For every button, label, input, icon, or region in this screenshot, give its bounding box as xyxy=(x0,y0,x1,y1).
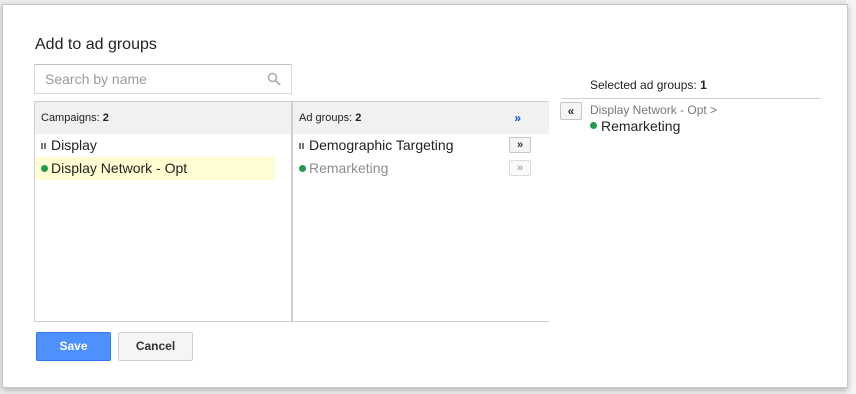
campaign-item-display[interactable]: Display xyxy=(35,134,291,157)
green-dot-icon xyxy=(299,157,307,180)
green-dot-icon xyxy=(41,157,49,180)
selected-item-remarketing: Remarketing xyxy=(590,118,680,134)
campaign-item-display-network-opt[interactable]: Display Network - Opt xyxy=(35,157,275,180)
campaign-name: Display xyxy=(51,137,97,153)
campaigns-pane: Campaigns: 2 Display Display Network - O… xyxy=(35,102,292,321)
ad-group-name: Remarketing xyxy=(309,160,389,176)
ad-groups-count: 2 xyxy=(355,112,362,124)
pause-icon xyxy=(299,134,307,157)
picker-panes: Campaigns: 2 Display Display Network - O… xyxy=(34,101,549,322)
ad-groups-label: Ad groups: xyxy=(299,112,353,124)
add-to-ad-groups-dialog: Add to ad groups Campaigns: 2 Display Di… xyxy=(2,4,848,388)
campaign-name: Display Network - Opt xyxy=(51,160,188,176)
ad-groups-header: Ad groups: 2 » xyxy=(293,102,549,134)
selected-count: 1 xyxy=(700,78,707,92)
selected-item-name: Remarketing xyxy=(601,118,681,134)
ad-group-name: Demographic Targeting xyxy=(309,137,454,153)
search-icon[interactable] xyxy=(267,72,281,86)
search-input[interactable] xyxy=(35,65,265,93)
remove-selected-button[interactable]: « xyxy=(560,102,582,120)
add-ad-group-button-disabled: » xyxy=(509,160,531,176)
save-button[interactable]: Save xyxy=(36,332,111,361)
search-box xyxy=(34,64,292,94)
selected-label: Selected ad groups: xyxy=(590,78,697,92)
green-dot-icon xyxy=(590,114,598,137)
cancel-button[interactable]: Cancel xyxy=(118,332,193,361)
add-all-button[interactable]: » xyxy=(514,102,521,134)
selected-header: Selected ad groups: 1 xyxy=(562,75,821,99)
add-ad-group-button[interactable]: » xyxy=(509,137,531,153)
ad-groups-pane: Ad groups: 2 » Demographic Targeting » R… xyxy=(292,102,549,321)
campaigns-count: 2 xyxy=(102,112,109,124)
pause-icon xyxy=(41,134,49,157)
dialog-title: Add to ad groups xyxy=(35,36,157,53)
ad-group-item-remarketing: Remarketing » xyxy=(293,157,549,180)
campaigns-header: Campaigns: 2 xyxy=(35,102,291,134)
ad-group-item-demographic-targeting: Demographic Targeting » xyxy=(293,134,549,157)
campaigns-label: Campaigns: xyxy=(41,112,100,124)
selected-item-path: Display Network - Opt > xyxy=(590,103,718,117)
